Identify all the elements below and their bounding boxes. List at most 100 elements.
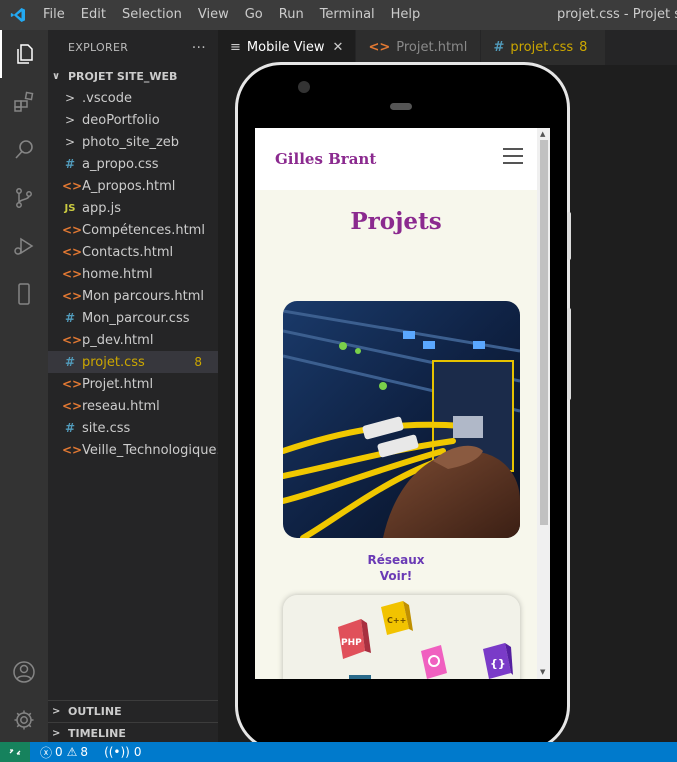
html-file-icon: <>: [62, 267, 83, 281]
dev-illustration-card[interactable]: PHP C++ {}: [283, 595, 520, 679]
css-file-icon: #: [64, 421, 76, 435]
file-tree-item[interactable]: <> Contacts.html: [48, 241, 218, 263]
menu-go[interactable]: Go: [237, 0, 271, 30]
tab-label: Mobile View: [246, 40, 325, 55]
file-tree-item[interactable]: <> Mon parcours.html: [48, 285, 218, 307]
file-tree-label: Projet.html: [82, 376, 154, 392]
hamburger-menu-icon[interactable]: [503, 148, 523, 164]
file-tree-item[interactable]: <> Projet.html: [48, 373, 218, 395]
menu-terminal[interactable]: Terminal: [312, 0, 383, 30]
source-control-icon[interactable]: [0, 174, 48, 222]
scroll-down-arrow-icon[interactable]: ▼: [540, 668, 545, 676]
activity-bar: [0, 30, 48, 742]
menu-selection[interactable]: Selection: [114, 0, 190, 30]
menu-view[interactable]: View: [190, 0, 237, 30]
timeline-label: TIMELINE: [68, 727, 126, 740]
scroll-up-arrow-icon[interactable]: ▲: [540, 130, 545, 138]
html-file-icon: <>: [62, 179, 83, 193]
php-badge-label: PHP: [341, 638, 362, 648]
settings-gear-icon[interactable]: [0, 696, 48, 744]
title-bar: File Edit Selection View Go Run Terminal…: [0, 0, 677, 30]
menu-help[interactable]: Help: [383, 0, 429, 30]
preview-icon: ≡: [230, 40, 241, 55]
js-file-icon: JS: [64, 202, 76, 214]
search-icon[interactable]: [0, 126, 48, 174]
file-tree-item[interactable]: # a_propo.css: [48, 153, 218, 175]
scrollbar-thumb[interactable]: [540, 140, 548, 525]
speaker-icon: [390, 103, 412, 110]
tab-projet-html[interactable]: <> Projet.html: [356, 30, 482, 65]
chevron-right-icon: >: [64, 91, 76, 105]
explorer-title: EXPLORER: [68, 41, 129, 54]
file-tree-item[interactable]: # Mon_parcour.css: [48, 307, 218, 329]
file-tree-label: site.css: [82, 420, 131, 436]
file-tree-item[interactable]: <> A_propos.html: [48, 175, 218, 197]
remote-icon[interactable]: [0, 742, 30, 762]
problems-indicator[interactable]: ⓧ 0 ⚠ 8: [40, 744, 88, 761]
error-count: 0: [55, 745, 63, 759]
file-tree-item[interactable]: <> Veille_Technologique....: [48, 439, 218, 461]
file-tree-item[interactable]: <> Compétences.html: [48, 219, 218, 241]
file-tree-item[interactable]: JS app.js: [48, 197, 218, 219]
workspace-folder-label: PROJET SITE_WEB: [68, 69, 178, 83]
file-tree-label: deoPortfolio: [82, 112, 160, 128]
menu-edit[interactable]: Edit: [73, 0, 114, 30]
file-tree-label: photo_site_zeb: [82, 134, 180, 150]
window-title: projet.css - Projet site_w: [557, 7, 677, 22]
problem-count-badge: 8: [194, 355, 202, 369]
tab-projet-css[interactable]: # projet.css 8: [481, 30, 607, 65]
explorer-icon[interactable]: [0, 30, 48, 78]
css-file-icon: #: [64, 355, 76, 369]
file-tree-item[interactable]: > deoPortfolio: [48, 109, 218, 131]
file-tree-item[interactable]: > .vscode: [48, 87, 218, 109]
error-icon: ⓧ: [40, 745, 53, 760]
file-tree-item[interactable]: > photo_site_zeb: [48, 131, 218, 153]
timeline-section[interactable]: > TIMELINE: [48, 722, 218, 744]
mobile-preview-screen: Gilles Brant Projets Réseaux Voir! PHP C…: [255, 128, 550, 679]
cpp-badge-label: C++: [387, 616, 406, 625]
warning-count: 8: [80, 745, 89, 759]
file-tree-label: a_propo.css: [82, 156, 159, 172]
file-tree: > .vscode > deoPortfolio > photo_site_zeb # a_p…: [48, 87, 218, 461]
menu-file[interactable]: File: [35, 0, 73, 30]
network-photo[interactable]: [283, 301, 520, 538]
card-caption-title[interactable]: Réseaux: [255, 553, 537, 568]
file-tree-label: reseau.html: [82, 398, 160, 414]
file-tree-label: projet.css: [82, 354, 145, 370]
file-tree-label: A_propos.html: [82, 178, 176, 194]
css-file-icon: #: [493, 40, 505, 55]
menu-run[interactable]: Run: [271, 0, 312, 30]
ports-indicator[interactable]: ((•)) 0: [104, 745, 141, 759]
file-tree-item[interactable]: # projet.css 8: [48, 351, 218, 373]
html-file-icon: <>: [62, 399, 83, 413]
tab-mobile-view[interactable]: ≡ Mobile View ✕: [218, 30, 357, 65]
html-file-icon: <>: [62, 443, 83, 457]
html-file-icon: <>: [62, 223, 83, 237]
site-brand[interactable]: Gilles Brant: [275, 150, 376, 168]
account-icon[interactable]: [0, 648, 48, 696]
file-tree-item[interactable]: <> reseau.html: [48, 395, 218, 417]
file-tree-item[interactable]: <> p_dev.html: [48, 329, 218, 351]
site-header: Gilles Brant: [255, 128, 537, 190]
ports-count: 0: [133, 745, 142, 759]
run-debug-icon[interactable]: [0, 222, 48, 270]
page-title: Projets: [350, 208, 442, 235]
chevron-right-icon: >: [64, 113, 76, 127]
outline-section[interactable]: > OUTLINE: [48, 700, 218, 722]
file-tree-label: Mon parcours.html: [82, 288, 205, 304]
card-caption-link[interactable]: Voir!: [255, 569, 537, 584]
workspace-folder[interactable]: ∨ PROJET SITE_WEB: [48, 65, 218, 87]
camera-icon: [298, 81, 310, 93]
more-actions-icon[interactable]: ···: [192, 40, 206, 56]
preview-scrollbar[interactable]: ▲ ▼: [537, 128, 550, 679]
close-icon[interactable]: ✕: [333, 40, 344, 55]
file-tree-item[interactable]: # site.css: [48, 417, 218, 439]
html-file-icon: <>: [62, 333, 83, 347]
status-bar: ⓧ 0 ⚠ 8 ((•)) 0: [0, 742, 677, 762]
mobile-view-icon[interactable]: [0, 270, 48, 318]
explorer-sidebar: EXPLORER ··· ∨ PROJET SITE_WEB > .vscode >…: [48, 30, 218, 742]
file-tree-item[interactable]: <> home.html: [48, 263, 218, 285]
html-file-icon: <>: [368, 40, 391, 55]
chevron-right-icon: >: [52, 706, 61, 717]
extensions-icon[interactable]: [0, 78, 48, 126]
